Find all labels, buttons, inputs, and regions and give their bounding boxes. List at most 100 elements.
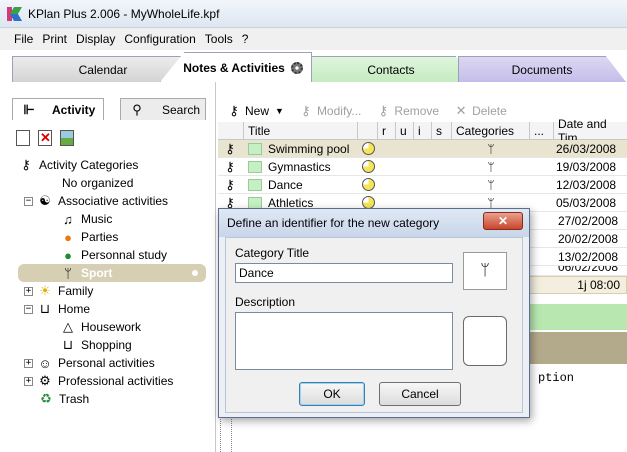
menu-help[interactable]: ?: [242, 32, 249, 46]
tab-search[interactable]: ⚲ Search: [120, 98, 206, 120]
category-toolbar: [16, 130, 74, 150]
row-date: 27/02/2008: [558, 213, 619, 228]
tab-activity[interactable]: ⊩ Activity: [12, 98, 104, 120]
remove-button-label: Remove: [394, 104, 440, 118]
gear-icon: ⚙: [39, 373, 51, 388]
new-document-icon[interactable]: [16, 130, 30, 146]
category-title-input[interactable]: Dance: [235, 263, 453, 283]
category-color-picker[interactable]: [463, 316, 507, 366]
color-swatch: [248, 142, 262, 155]
column-u[interactable]: u: [396, 122, 414, 139]
row-date: 06/02/2008: [558, 266, 619, 274]
collapse-toggle[interactable]: −: [24, 196, 33, 206]
color-swatch: [248, 196, 262, 209]
dialog-titlebar: Define an identifier for the new categor…: [219, 209, 529, 237]
column-icon[interactable]: [218, 122, 244, 139]
key-icon: ⚷: [301, 103, 311, 118]
notes-toolbar: ⚷ New ▼ ⚷ Modify... ⚷ Remove ✕ Delete: [218, 100, 521, 122]
gear-icon: [290, 61, 303, 74]
progress-pie-icon: [362, 142, 375, 155]
tree-item-shopping[interactable]: ⊔ Shopping: [60, 336, 132, 354]
menu-tools[interactable]: Tools: [205, 32, 233, 46]
key-icon: ⚷: [225, 158, 235, 174]
column-s[interactable]: s: [432, 122, 452, 139]
tab-documents[interactable]: Documents: [458, 56, 626, 82]
column-r[interactable]: [358, 122, 378, 139]
tree-item-label: No organized: [62, 176, 134, 190]
delete-document-icon[interactable]: [38, 130, 52, 146]
modify-button[interactable]: ⚷ Modify...: [298, 103, 361, 119]
tree-item-root[interactable]: ⚷ Activity Categories: [18, 156, 138, 174]
tab-contacts[interactable]: Contacts: [306, 56, 476, 82]
menu-configuration[interactable]: Configuration: [124, 32, 195, 46]
color-swatch: [248, 178, 262, 191]
cart-icon: ⊔: [62, 337, 74, 352]
dialog-title: Define an identifier for the new categor…: [227, 216, 440, 230]
close-button[interactable]: ✕: [483, 212, 523, 230]
tree-item-trash[interactable]: ♻ Trash: [38, 390, 89, 408]
tree-item-label: Professional activities: [58, 374, 174, 388]
tree-item-no-organized[interactable]: No organized: [62, 174, 133, 192]
tree-item-parties[interactable]: ● Parties: [60, 228, 118, 246]
remove-button[interactable]: ⚷ Remove: [375, 103, 439, 119]
cart-icon: ⊔: [39, 301, 51, 316]
cancel-button[interactable]: Cancel: [379, 382, 461, 406]
table-row[interactable]: ⚷ Swimming pool ᛘ 26/03/2008: [218, 140, 627, 158]
window-title: KPlan Plus 2.006 - MyWholeLife.kpf: [28, 6, 220, 21]
row-title: Gymnastics: [268, 159, 331, 174]
tree-item-music[interactable]: ♫ Music: [60, 210, 112, 228]
tab-activity-label: Activity: [52, 102, 96, 117]
tree-item-home[interactable]: − ⊔ Home: [24, 300, 90, 318]
key-icon: ⚷: [229, 103, 239, 118]
menu-print[interactable]: Print: [42, 32, 67, 46]
table-row[interactable]: ⚷ Dance ᛘ 12/03/2008: [218, 176, 627, 194]
tree-item-label: Activity Categories: [39, 158, 139, 172]
row-date: 05/03/2008: [556, 195, 617, 210]
tab-notes-label: Notes & Activities: [183, 60, 285, 75]
title-bar: KPlan Plus 2.006 - MyWholeLife.kpf: [0, 0, 627, 28]
dropdown-arrow-icon[interactable]: ▼: [275, 106, 284, 116]
tree-item-sport[interactable]: ᛘ Sport: [18, 264, 206, 282]
delete-button[interactable]: ✕ Delete: [453, 103, 507, 119]
ok-button[interactable]: OK: [299, 382, 365, 406]
row-title: Swimming pool: [268, 141, 350, 156]
tree-item-personnal-study[interactable]: ● Personnal study: [60, 246, 167, 264]
activity-pane: ⊩ Activity ⚲ Search ⚷ Activity Categorie…: [12, 82, 216, 452]
column-title[interactable]: Title: [244, 122, 358, 139]
row-date: 19/03/2008: [556, 159, 617, 174]
tree-item-label: Trash: [59, 392, 90, 406]
tree-item-personal-activities[interactable]: + ☺ Personal activities: [24, 354, 155, 372]
column-categories[interactable]: Categories: [452, 122, 530, 139]
color-swatch: [248, 160, 262, 173]
row-date: 26/03/2008: [556, 141, 617, 156]
expand-toggle[interactable]: +: [24, 358, 33, 368]
tab-search-label: Search: [162, 102, 201, 117]
column-i[interactable]: i: [414, 122, 432, 139]
tree-item-family[interactable]: + ☀ Family: [24, 282, 93, 300]
tree-item-label: Parties: [81, 230, 119, 244]
new-category-dialog: Define an identifier for the new categor…: [218, 208, 530, 418]
column-more[interactable]: ...: [530, 122, 554, 139]
menu-file[interactable]: File: [14, 32, 33, 46]
expand-toggle[interactable]: +: [24, 286, 33, 296]
column-date[interactable]: Date and Tim: [554, 117, 627, 145]
category-icon-picker[interactable]: ᛘ: [463, 252, 507, 290]
tree-item-associative[interactable]: − ☯ Associative activities: [24, 192, 168, 210]
table-row[interactable]: ⚷ Gymnastics ᛘ 19/03/2008: [218, 158, 627, 176]
tree-item-housework[interactable]: △ Housework: [60, 318, 141, 336]
expand-toggle[interactable]: +: [24, 376, 33, 386]
menu-display[interactable]: Display: [76, 32, 115, 46]
ok-button-label: OK: [323, 387, 341, 401]
tab-notes-activities[interactable]: Notes & Activities: [160, 52, 312, 82]
progress-pie-icon: [362, 178, 375, 191]
column-r2[interactable]: r: [378, 122, 396, 139]
tree-item-professional-activities[interactable]: + ⚙ Professional activities: [24, 372, 173, 390]
description-textarea[interactable]: [235, 312, 453, 370]
collapse-toggle[interactable]: −: [24, 304, 33, 314]
picture-icon[interactable]: [60, 130, 74, 146]
weightlifter-icon: ᛘ: [487, 177, 495, 192]
delete-button-label: Delete: [472, 104, 507, 118]
row-date: 12/03/2008: [556, 177, 617, 192]
cancel-button-label: Cancel: [401, 387, 439, 401]
new-button[interactable]: ⚷ New ▼: [226, 103, 284, 119]
